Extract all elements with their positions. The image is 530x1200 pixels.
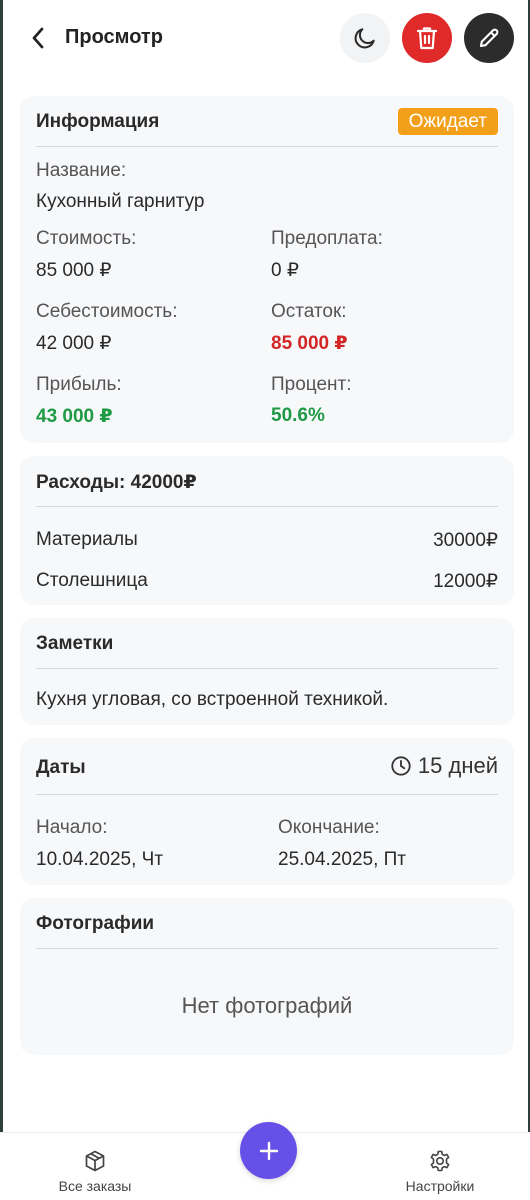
dates-title: Даты	[36, 757, 86, 778]
top-bar: Просмотр	[0, 0, 530, 78]
box-icon	[85, 1150, 105, 1172]
pencil-icon	[479, 28, 499, 48]
nav-all-orders[interactable]: Все заказы	[55, 1149, 135, 1194]
notes-title: Заметки	[36, 633, 114, 654]
expenses-card: Расходы: 42000₽ Материалы 30000₽ Столешн…	[20, 456, 514, 605]
percent-label: Процент:	[271, 374, 352, 395]
prepay-value: 0 ₽	[271, 260, 299, 281]
expense-item-name: Материалы	[36, 529, 138, 550]
duration-text: 15 дней	[417, 753, 498, 778]
percent-value: 50.6%	[271, 405, 325, 426]
end-value: 25.04.2025, Пт	[278, 849, 407, 870]
end-label: Окончание:	[278, 817, 380, 838]
clock-icon	[391, 756, 411, 776]
expenses-title: Расходы: 42000₽	[36, 472, 197, 493]
divider	[36, 506, 498, 507]
page-title: Просмотр	[65, 26, 163, 48]
moon-icon	[354, 28, 375, 49]
photos-empty-text: Нет фотографий	[181, 993, 353, 1018]
selfcost-label: Себестоимость:	[36, 301, 178, 322]
back-button[interactable]	[24, 22, 52, 54]
divider	[36, 146, 498, 147]
remaining-label: Остаток:	[271, 301, 347, 322]
expense-item-name: Столешница	[36, 570, 148, 591]
start-label: Начало:	[36, 817, 108, 838]
nav-all-orders-label: Все заказы	[58, 1178, 132, 1194]
info-card-title: Информация	[36, 111, 160, 132]
nav-settings-label: Настройки	[405, 1178, 475, 1194]
notes-text: Кухня угловая, со встроенной техникой.	[36, 689, 389, 710]
gear-icon	[430, 1150, 450, 1172]
add-order-button[interactable]	[240, 1122, 297, 1179]
cost-value: 85 000 ₽	[36, 260, 112, 281]
notes-card: Заметки Кухня угловая, со встроенной тех…	[20, 618, 514, 725]
info-card: Информация Ожидает Название: Кухонный га…	[20, 96, 514, 443]
expense-item-amount: 30000₽	[433, 530, 498, 551]
dates-card: Даты 15 дней Начало: 10.04.2025, Чт Окон…	[20, 738, 514, 885]
edit-button[interactable]	[464, 13, 514, 63]
plus-icon	[259, 1141, 278, 1160]
photos-card: Фотографии Нет фотографий	[20, 898, 514, 1055]
chevron-left-icon	[32, 27, 44, 49]
expense-item-amount: 12000₽	[433, 571, 498, 592]
divider	[36, 794, 498, 795]
nav-settings[interactable]: Настройки	[400, 1149, 480, 1194]
photos-title: Фотографии	[36, 913, 155, 934]
status-badge: Ожидает	[397, 108, 498, 135]
profit-value: 43 000 ₽	[36, 406, 113, 427]
duration: 15 дней	[390, 753, 498, 779]
selfcost-value: 42 000 ₽	[36, 333, 112, 354]
divider	[36, 668, 498, 669]
cost-label: Стоимость:	[36, 228, 137, 249]
theme-toggle-button[interactable]	[340, 13, 390, 63]
remaining-value: 85 000 ₽	[271, 333, 348, 354]
prepay-label: Предоплата:	[271, 228, 383, 249]
trash-icon	[416, 27, 438, 50]
divider	[36, 948, 498, 949]
profit-label: Прибыль:	[36, 374, 122, 395]
left-edge	[0, 0, 3, 1200]
name-label: Название:	[36, 160, 127, 181]
start-value: 10.04.2025, Чт	[36, 849, 164, 870]
delete-button[interactable]	[402, 13, 452, 63]
name-value: Кухонный гарнитур	[36, 191, 205, 212]
